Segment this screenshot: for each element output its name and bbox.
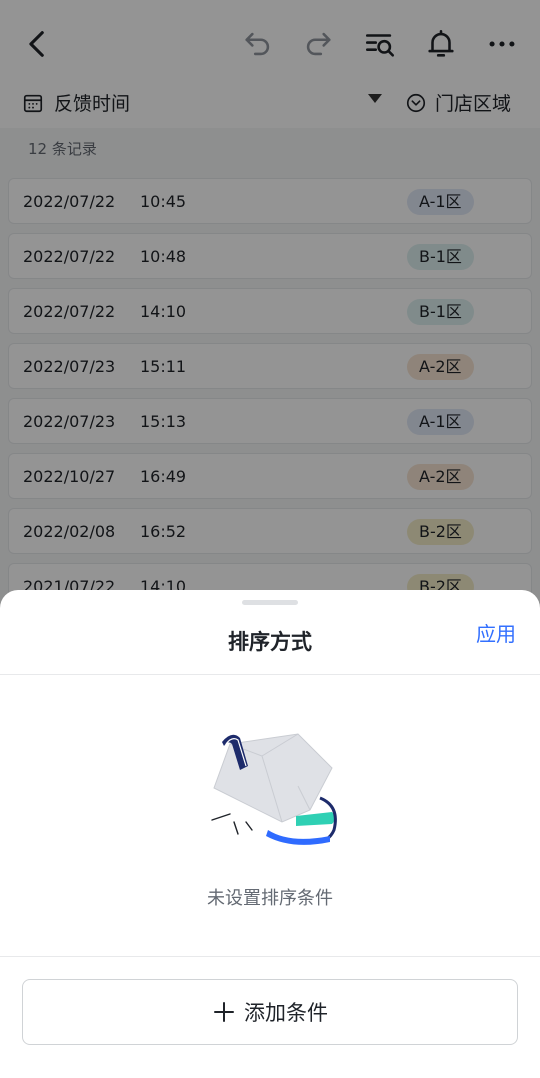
add-condition-label: 添加条件 xyxy=(244,1001,328,1025)
divider xyxy=(0,956,540,957)
plus-icon xyxy=(214,1002,234,1022)
empty-state-illustration xyxy=(211,733,337,845)
sheet-title: 排序方式 xyxy=(228,630,312,654)
apply-button[interactable]: 应用 xyxy=(476,618,516,647)
empty-state-text: 未设置排序条件 xyxy=(207,888,333,909)
drag-handle[interactable] xyxy=(242,600,298,605)
sort-bottom-sheet: 排序方式 应用 未设置排序条件 添加条件 xyxy=(0,590,540,1078)
divider xyxy=(0,674,540,675)
add-condition-button[interactable]: 添加条件 xyxy=(22,979,518,1045)
